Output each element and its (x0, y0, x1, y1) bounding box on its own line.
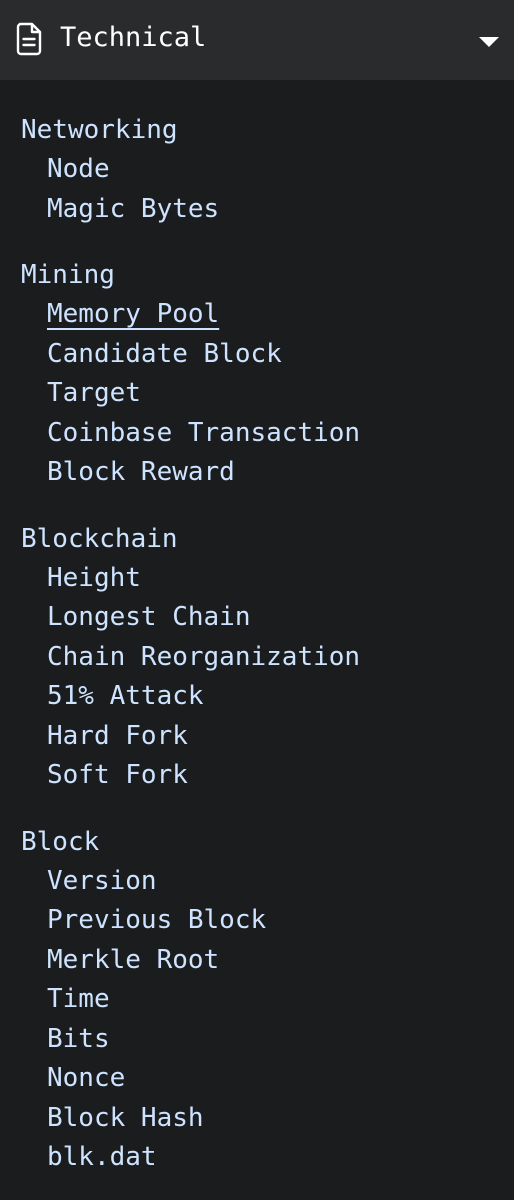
nav-item-candidate-block[interactable]: Candidate Block (47, 335, 514, 375)
section-title: Technical (60, 22, 207, 53)
nav-item-bits[interactable]: Bits (47, 1020, 514, 1060)
nav-group-block: Block Version Previous Block Merkle Root… (0, 822, 514, 1178)
nav-group-blockchain: Blockchain Height Longest Chain Chain Re… (0, 519, 514, 796)
nav-item-blk-dat[interactable]: blk.dat (47, 1138, 514, 1178)
nav-item-node[interactable]: Node (47, 150, 514, 190)
nav-item-block-hash[interactable]: Block Hash (47, 1099, 514, 1139)
nav-item-nonce[interactable]: Nonce (47, 1059, 514, 1099)
nav-item-51-attack[interactable]: 51% Attack (47, 677, 514, 717)
document-icon (16, 22, 42, 56)
technical-nav: Networking Node Magic Bytes Mining Memor… (0, 80, 514, 1178)
nav-group-networking: Networking Node Magic Bytes (0, 110, 514, 229)
group-heading[interactable]: Mining (21, 255, 514, 295)
nav-item-hard-fork[interactable]: Hard Fork (47, 717, 514, 757)
section-header[interactable]: Technical (0, 0, 514, 80)
nav-item-soft-fork[interactable]: Soft Fork (47, 756, 514, 796)
nav-item-longest-chain[interactable]: Longest Chain (47, 598, 514, 638)
nav-item-block-reward[interactable]: Block Reward (47, 453, 514, 493)
nav-item-memory-pool[interactable]: Memory Pool (47, 295, 514, 335)
nav-item-merkle-root[interactable]: Merkle Root (47, 941, 514, 981)
nav-item-version[interactable]: Version (47, 862, 514, 902)
caret-down-icon[interactable] (478, 35, 500, 49)
group-heading[interactable]: Networking (21, 110, 514, 150)
nav-item-height[interactable]: Height (47, 559, 514, 599)
nav-item-previous-block[interactable]: Previous Block (47, 901, 514, 941)
nav-group-mining: Mining Memory Pool Candidate Block Targe… (0, 255, 514, 493)
nav-item-coinbase-transaction[interactable]: Coinbase Transaction (47, 414, 514, 454)
group-heading[interactable]: Blockchain (21, 519, 514, 559)
nav-item-target[interactable]: Target (47, 374, 514, 414)
group-heading[interactable]: Block (21, 822, 514, 862)
nav-item-chain-reorganization[interactable]: Chain Reorganization (47, 638, 514, 678)
nav-item-time[interactable]: Time (47, 980, 514, 1020)
nav-item-magic-bytes[interactable]: Magic Bytes (47, 190, 514, 230)
